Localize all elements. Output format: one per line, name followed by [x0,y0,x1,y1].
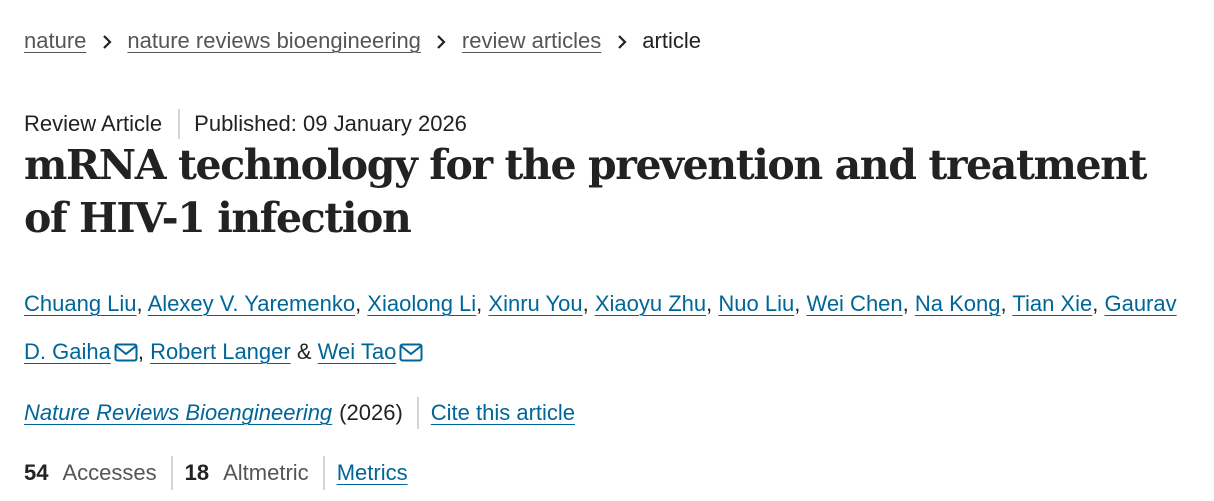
altmetric-label: Altmetric [223,460,309,485]
article-type: Review Article [24,111,163,136]
author-separator: , [476,291,489,316]
published-date: Published: 09 January 2026 [194,111,467,136]
breadcrumb-link-journal[interactable]: nature reviews bioengineering [127,26,421,56]
author-separator: , [582,291,595,316]
author-separator: , [136,291,148,316]
article-meta: Review Article Published: 09 January 202… [24,109,467,139]
author-separator: , [1000,291,1013,316]
chevron-right-icon [421,26,462,56]
envelope-icon[interactable] [114,332,138,380]
divider [170,456,173,490]
divider [178,109,181,139]
journal-link[interactable]: Nature Reviews Bioengineering [24,397,332,429]
author-link[interactable]: Chuang Liu [24,291,137,316]
breadcrumb-current: article [642,28,701,53]
divider [322,456,325,490]
author-link[interactable]: Tian Xie [1012,291,1092,316]
author-link[interactable]: Robert Langer [150,339,291,364]
accesses-count: 54 [24,460,49,485]
author-link[interactable]: Wei Tao [318,339,397,364]
author-separator: , [1092,291,1105,316]
article-header: nature nature reviews bioengineering rev… [0,0,1214,501]
author-link[interactable]: Alexey V. Yaremenko [148,291,356,316]
cite-article-link[interactable]: Cite this article [431,397,575,429]
page-title: mRNA technology for the prevention and t… [24,141,1148,242]
author-link[interactable]: Wei Chen [806,291,902,316]
author-link[interactable]: Nuo Liu [718,291,794,316]
publication-year: (2026) [339,400,403,425]
author-separator: , [902,291,915,316]
author-list: Chuang Liu, Alexey V. Yaremenko, Xiaolon… [24,280,1194,380]
chevron-right-icon [601,26,642,56]
author-ampersand: & [290,339,318,364]
author-link[interactable]: Xiaolong Li [367,291,476,316]
accesses-label: Accesses [62,460,157,485]
author-link[interactable]: Na Kong [915,291,1001,316]
author-separator: , [137,339,151,364]
author-link[interactable]: Xinru You [488,291,582,316]
chevron-right-icon [86,26,127,56]
author-separator: , [355,291,368,316]
author-separator: , [706,291,719,316]
citation-line: Nature Reviews Bioengineering (2026) Cit… [24,397,575,429]
breadcrumb-link-nature[interactable]: nature [24,26,86,56]
altmetric-count: 18 [184,460,210,485]
article-metrics: 54 Accesses 18 Altmetric Metrics [24,456,408,490]
author-link[interactable]: Xiaoyu Zhu [595,291,706,316]
author-separator: , [794,291,807,316]
metrics-link[interactable]: Metrics [337,456,408,490]
breadcrumb-link-review-articles[interactable]: review articles [462,26,601,56]
breadcrumb: nature nature reviews bioengineering rev… [24,26,701,56]
divider [416,397,419,429]
envelope-icon[interactable] [399,332,423,380]
